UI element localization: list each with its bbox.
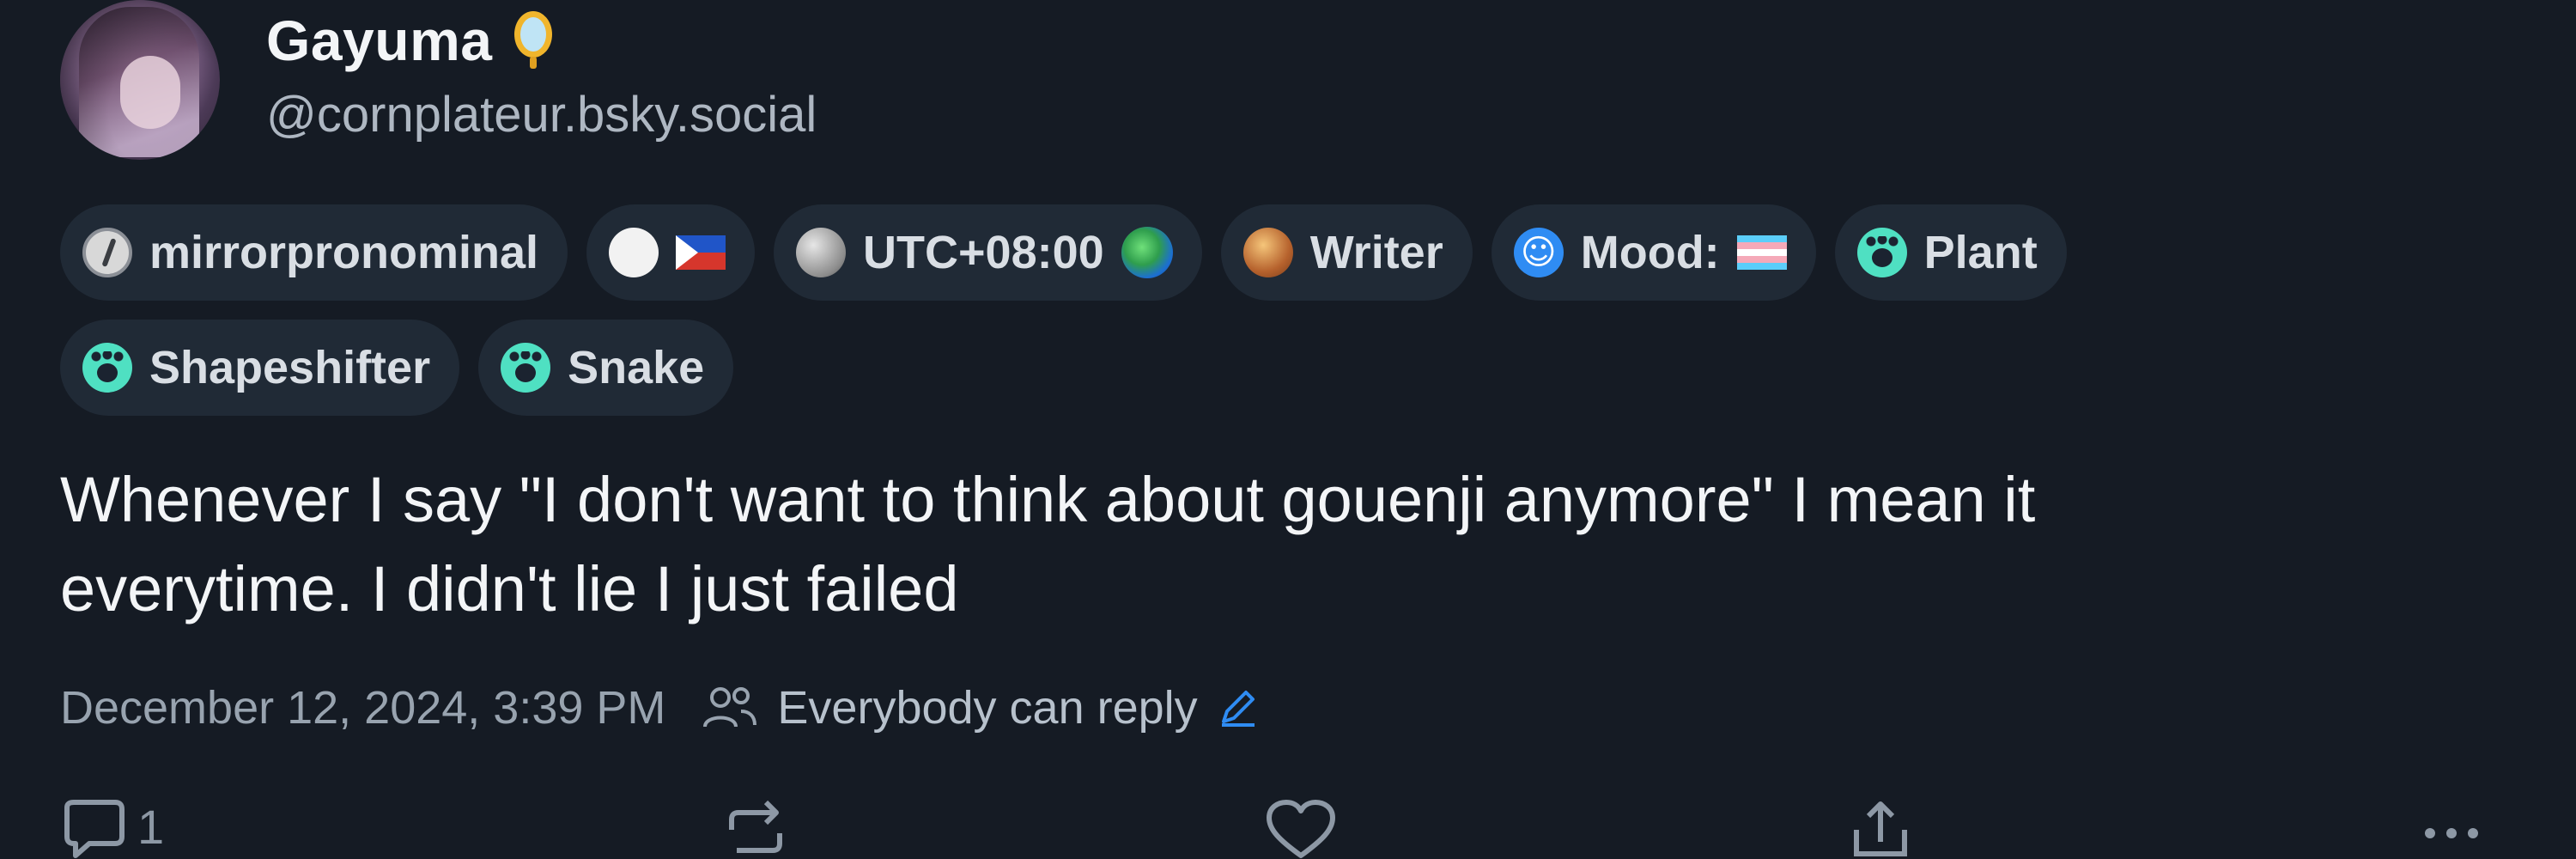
tag-snake[interactable]: Snake — [478, 320, 734, 416]
author-name-row: Gayuma — [266, 2, 556, 79]
post-actions: 1 — [60, 799, 2533, 859]
reply-setting-link[interactable]: Everybody can reply — [777, 681, 1197, 734]
mushroom-icon — [1242, 228, 1293, 277]
tag-label: Plant — [1923, 227, 2038, 278]
tag-country[interactable] — [586, 204, 756, 301]
reply-button[interactable]: 1 — [60, 799, 164, 859]
tag-label: Snake — [568, 342, 705, 393]
reply-count: 1 — [137, 800, 165, 854]
like-button[interactable] — [1262, 799, 1340, 859]
tag-shapeshifter[interactable]: Shapeshifter — [60, 320, 460, 416]
pencil-icon[interactable] — [1215, 685, 1260, 730]
profile-tags: mirrorpronominal UTC+08:00 Writer Mood: — [60, 204, 2550, 435]
post-text: Whenever I say "I don't want to think ab… — [60, 455, 2533, 634]
author-display-name[interactable]: Gayuma — [266, 8, 492, 73]
post-view: Gayuma @cornplateur.bsky.social mirrorpr… — [0, 0, 2576, 859]
tag-occupation[interactable]: Writer — [1220, 204, 1473, 301]
post-timestamp: December 12, 2024, 3:39 PM — [60, 682, 666, 734]
smile-icon — [1513, 228, 1564, 277]
tag-mood[interactable]: Mood: — [1491, 204, 1816, 301]
tag-pronouns[interactable]: mirrorpronominal — [60, 204, 568, 301]
white-blob-icon — [609, 228, 659, 277]
tag-label: UTC+08:00 — [863, 227, 1104, 278]
comment-icon — [64, 800, 125, 858]
avatar[interactable] — [60, 0, 220, 160]
share-icon — [1854, 801, 1907, 856]
tag-label: mirrorpronominal — [149, 227, 539, 278]
moon-icon — [796, 228, 847, 277]
philippines-flag-icon — [676, 235, 726, 270]
paw-icon — [1856, 228, 1907, 277]
post-text-line: everytime. I didn't lie I just failed — [60, 553, 959, 624]
heart-icon — [1267, 800, 1335, 858]
people-icon — [703, 687, 757, 728]
more-options-button[interactable] — [2413, 799, 2490, 859]
globe-icon — [1121, 227, 1173, 278]
author-handle[interactable]: @cornplateur.bsky.social — [266, 86, 817, 143]
post-meta: December 12, 2024, 3:39 PM Everybody can… — [60, 677, 1260, 739]
tag-label: Writer — [1309, 227, 1443, 278]
tag-timezone[interactable]: UTC+08:00 — [774, 204, 1202, 301]
paw-icon — [82, 343, 132, 393]
paw-icon — [501, 343, 551, 393]
tag-label: Mood: — [1580, 227, 1720, 278]
mirror-icon — [514, 11, 553, 69]
repost-icon — [729, 800, 782, 853]
more-dots-icon — [2425, 828, 2478, 838]
tag-plant[interactable]: Plant — [1834, 204, 2067, 301]
post-text-line: Whenever I say "I don't want to think ab… — [60, 464, 2036, 535]
tag-label: Shapeshifter — [149, 342, 431, 393]
trans-flag-icon — [1736, 235, 1787, 270]
share-button[interactable] — [1846, 799, 1915, 859]
slash-circle-icon — [82, 228, 132, 277]
repost-button[interactable] — [721, 799, 790, 859]
